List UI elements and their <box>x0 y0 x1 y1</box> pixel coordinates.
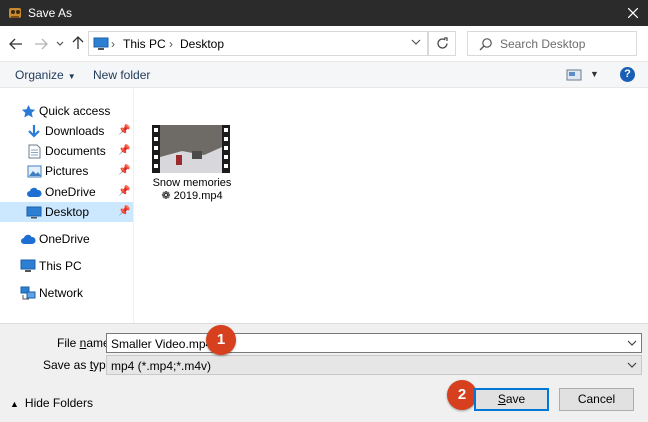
new-folder-button[interactable]: New folder <box>93 68 150 82</box>
arrow-right-icon <box>35 38 48 50</box>
save-as-type-label: Save as type: <box>43 358 116 372</box>
navigation-pane: Quick access Downloads 📌 Documents 📌 Pic… <box>0 89 133 323</box>
caret-down-icon: ▼ <box>67 72 76 81</box>
sidebar-item-documents[interactable]: Documents 📌 <box>0 141 133 161</box>
sidebar-item-label: OneDrive <box>39 232 90 246</box>
file-name-label: File name: <box>57 336 113 350</box>
file-name-ext: 2019.mp4 <box>173 190 223 202</box>
save-label: ave <box>505 392 526 406</box>
sidebar-item-network[interactable]: Network <box>0 283 133 303</box>
file-name-input[interactable]: Smaller Video.mp4 <box>111 337 212 351</box>
cancel-button[interactable]: Cancel <box>559 388 634 411</box>
arrow-left-icon <box>9 38 22 50</box>
organize-label: Organize <box>15 68 64 82</box>
sidebar-item-label: OneDrive <box>45 185 96 199</box>
chevron-down-icon[interactable] <box>627 337 637 349</box>
caret-down-icon[interactable]: ▼ <box>590 69 599 79</box>
cloud-icon <box>20 231 36 247</box>
sidebar-item-label: Desktop <box>45 205 90 219</box>
window-title: Save As <box>28 6 73 20</box>
chevron-up-icon: ▲ <box>10 399 19 409</box>
search-input[interactable]: Search Desktop <box>500 37 585 51</box>
pin-icon: 📌 <box>118 125 131 136</box>
this-pc-icon <box>93 37 109 50</box>
sidebar-item-quick-access[interactable]: Quick access <box>0 101 133 121</box>
sidebar-item-onedrive[interactable]: OneDrive <box>0 229 133 249</box>
sidebar-item-this-pc[interactable]: This PC <box>0 256 133 276</box>
document-icon <box>26 143 42 159</box>
chevron-down-icon[interactable] <box>411 38 421 46</box>
annotation-badge: 2 <box>447 380 477 410</box>
sidebar-item-downloads[interactable]: Downloads 📌 <box>0 121 133 141</box>
sidebar-item-onedrive-pinned[interactable]: OneDrive 📌 <box>0 182 133 202</box>
sidebar-item-label: Quick access <box>39 104 111 118</box>
search-box[interactable]: Search Desktop <box>467 31 637 56</box>
star-icon <box>20 103 36 119</box>
sync-status-icon: ❁ <box>161 190 174 202</box>
sidebar-item-label: Documents <box>45 144 106 158</box>
command-bar: Organize ▼ New folder ▼ ? <box>0 61 648 88</box>
label-accelerator: S <box>497 392 506 406</box>
sidebar-item-desktop[interactable]: Desktop 📌 <box>0 202 133 222</box>
save-as-type-select[interactable]: mp4 (*.mp4;*.m4v) <box>106 355 642 375</box>
file-name: Snow memories ❁ 2019.mp4 <box>150 177 234 203</box>
hide-folders-button[interactable]: ▲ Hide Folders <box>10 396 93 410</box>
picture-icon <box>26 163 42 179</box>
address-bar[interactable]: › This PC › Desktop <box>88 31 428 56</box>
breadcrumb-separator: › <box>169 37 173 51</box>
computer-icon <box>20 258 36 274</box>
sidebar-item-label: Network <box>39 286 84 300</box>
title-bar: Save As <box>0 0 648 26</box>
pin-icon: 📌 <box>118 186 131 197</box>
label-text: File <box>57 336 80 350</box>
file-item[interactable]: Snow memories ❁ 2019.mp4 <box>150 123 234 205</box>
sidebar-item-label: Pictures <box>45 164 89 178</box>
arrow-up-icon <box>72 36 84 49</box>
cloud-icon <box>26 184 42 200</box>
sidebar-item-label: This PC <box>39 259 82 273</box>
forward-button[interactable] <box>33 36 49 52</box>
file-name-line: Snow memories <box>152 177 232 189</box>
close-button[interactable] <box>618 0 648 26</box>
network-icon <box>20 285 36 301</box>
pin-icon: 📌 <box>118 165 131 176</box>
close-icon <box>628 8 638 18</box>
sidebar-item-pictures[interactable]: Pictures 📌 <box>0 161 133 181</box>
desktop-icon <box>26 204 42 220</box>
file-name-field[interactable]: Smaller Video.mp4 <box>106 333 642 353</box>
chevron-down-icon[interactable] <box>627 359 637 371</box>
app-icon <box>9 8 21 18</box>
breadcrumb-separator: › <box>111 37 115 51</box>
video-thumbnail <box>152 125 230 173</box>
save-button[interactable]: Save <box>474 388 549 411</box>
save-as-type-value: mp4 (*.mp4;*.m4v) <box>111 359 212 373</box>
chevron-down-icon <box>56 41 64 46</box>
file-name-line: ❁ 2019.mp4 <box>150 190 234 203</box>
up-button[interactable] <box>70 35 86 51</box>
breadcrumb-this-pc[interactable]: This PC <box>123 37 166 51</box>
recent-locations-button[interactable] <box>55 36 65 52</box>
organize-menu[interactable]: Organize ▼ <box>15 68 76 82</box>
annotation-badge: 1 <box>206 325 236 355</box>
back-button[interactable] <box>8 36 24 52</box>
view-options-icon[interactable] <box>566 68 582 82</box>
help-button[interactable]: ? <box>620 67 635 82</box>
refresh-icon <box>436 37 448 49</box>
pin-icon: 📌 <box>118 145 131 156</box>
refresh-button[interactable] <box>428 31 456 56</box>
breadcrumb-desktop[interactable]: Desktop <box>180 37 224 51</box>
download-arrow-icon <box>26 123 42 139</box>
search-icon <box>479 38 492 51</box>
label-text: Save as <box>43 358 90 372</box>
pin-icon: 📌 <box>118 206 131 217</box>
sidebar-item-label: Downloads <box>45 124 105 138</box>
hide-folders-label: Hide Folders <box>24 396 93 410</box>
